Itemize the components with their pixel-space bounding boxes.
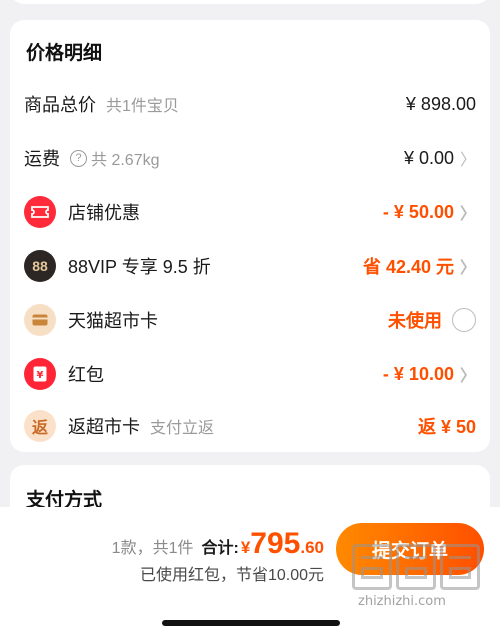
total-amount-decimal: .60	[300, 538, 324, 557]
tmall-card-row[interactable]: 天猫超市卡 未使用	[24, 300, 476, 340]
total-amount-integer: 795	[250, 527, 301, 560]
cashback-label: 返超市卡	[68, 417, 140, 437]
store-discount-value-wrap: - ¥ 50.00 〉	[383, 200, 476, 224]
tmall-card-status: 未使用	[388, 311, 442, 331]
card-icon	[24, 304, 56, 336]
total-label: 合计:	[201, 540, 239, 557]
tmall-card-radio[interactable]	[452, 308, 476, 332]
cashback-value: 返 ¥ 50	[417, 417, 476, 437]
vip-88-icon: 88	[24, 250, 56, 282]
store-discount-row[interactable]: 店铺优惠 - ¥ 50.00 〉	[24, 192, 476, 232]
cashback-icon: 返	[24, 410, 56, 442]
shipping-row[interactable]: 运费 ? 共 2.67kg ¥ 0.00 〉	[24, 138, 476, 178]
chevron-right-icon: 〉	[459, 260, 476, 277]
vip-discount-row[interactable]: 88 88VIP 专享 9.5 折 省 42.40 元 〉	[24, 246, 476, 286]
goods-total-label: 商品总价	[24, 95, 96, 115]
red-packet-label: 红包	[68, 365, 104, 385]
previous-card	[10, 0, 490, 4]
price-detail-card: 价格明细 商品总价 共1件宝贝 ¥ 898.00 运费 ? 共 2.67kg ¥…	[10, 20, 490, 452]
price-detail-title: 价格明细	[26, 43, 103, 64]
cashback-row: 返 返超市卡 支付立返 返 ¥ 50	[24, 406, 476, 446]
red-packet-value: - ¥ 10.00	[382, 363, 454, 384]
ticket-icon	[24, 196, 56, 228]
shipping-weight: 共 2.67kg	[91, 152, 160, 169]
tmall-card-value-wrap: 未使用	[388, 307, 476, 333]
savings-note: 已使用红包，节省10.00元	[139, 567, 324, 584]
store-discount-label: 店铺优惠	[68, 203, 140, 223]
cashback-sub: 支付立返	[150, 420, 215, 437]
shipping-value: ¥ 0.00	[403, 147, 454, 168]
home-indicator	[162, 620, 340, 626]
red-packet-row[interactable]: ¥ 红包 - ¥ 10.00 〉	[24, 354, 476, 394]
svg-text:¥: ¥	[37, 370, 44, 381]
question-mark-icon[interactable]: ?	[70, 149, 87, 167]
goods-total-value: ¥ 898.00	[405, 93, 476, 114]
red-packet-icon: ¥	[24, 358, 56, 390]
goods-count: 共1件宝贝	[106, 98, 179, 115]
order-summary: 1款，共1件 合计: ¥ 795 .60	[112, 527, 324, 561]
vip-discount-value-wrap: 省 42.40 元 〉	[363, 253, 476, 279]
vip-discount-label: 88VIP 专享 9.5 折	[68, 257, 211, 277]
chevron-right-icon: 〉	[459, 206, 476, 223]
chevron-right-icon: 〉	[459, 152, 476, 169]
shipping-value-wrap: ¥ 0.00 〉	[404, 146, 476, 170]
tmall-card-label: 天猫超市卡	[68, 311, 158, 331]
chevron-right-icon: 〉	[459, 368, 476, 385]
red-packet-value-wrap: - ¥ 10.00 〉	[383, 362, 476, 386]
currency-symbol: ¥	[240, 538, 251, 557]
shipping-label: 运费	[24, 149, 60, 169]
submit-order-button[interactable]: 提交订单	[336, 523, 484, 575]
checkout-bar: 1款，共1件 合计: ¥ 795 .60 已使用红包，节省10.00元 提交订单	[0, 507, 500, 637]
vip-discount-value: 省 42.40 元	[362, 257, 454, 277]
goods-total-row: 商品总价 共1件宝贝 ¥ 898.00	[24, 84, 476, 124]
item-count: 1款，共1件	[111, 540, 194, 557]
store-discount-value: - ¥ 50.00	[382, 201, 454, 222]
